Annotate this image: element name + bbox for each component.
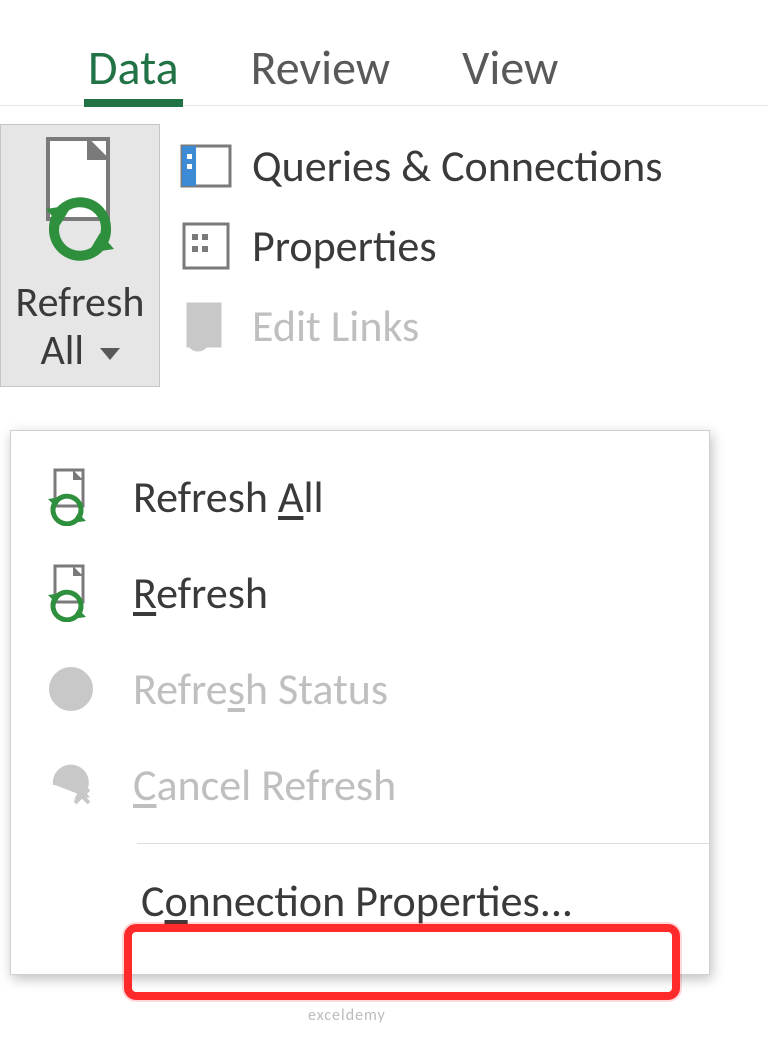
queries-connections-icon	[178, 138, 234, 194]
refresh-menu-icon	[43, 565, 99, 621]
ribbon-data-group: Refresh All Queries & Connections	[0, 106, 768, 409]
watermark: exceldemy	[308, 1006, 386, 1025]
queries-connections-label: Queries & Connections	[252, 139, 663, 193]
menu-refresh[interactable]: Refresh	[11, 545, 709, 641]
cancel-refresh-icon	[43, 757, 99, 813]
refresh-all-menu-icon	[43, 469, 99, 525]
menu-refresh-status: Refresh Status	[11, 641, 709, 737]
properties-label: Properties	[252, 219, 437, 273]
edit-links-icon	[178, 298, 234, 354]
menu-refresh-label: Refresh	[133, 566, 268, 620]
refresh-all-button[interactable]: Refresh All	[0, 124, 160, 387]
menu-refresh-all-label: Refresh All	[133, 470, 324, 524]
properties-icon	[178, 218, 234, 274]
tab-review[interactable]: Review	[251, 38, 391, 105]
edit-links-label: Edit Links	[252, 299, 419, 353]
menu-cancel-refresh-label: Cancel Refresh	[133, 758, 396, 812]
refresh-all-dropdown: Refresh All Refresh Ref	[10, 430, 710, 975]
chevron-down-icon	[100, 348, 120, 360]
refresh-all-icon	[30, 133, 130, 273]
menu-connection-properties[interactable]: Connection Properties...	[11, 854, 709, 948]
refresh-all-label-2: All	[40, 325, 84, 376]
menu-cancel-refresh: Cancel Refresh	[11, 737, 709, 833]
refresh-all-label-1: Refresh	[16, 277, 145, 328]
menu-connection-properties-label: Connection Properties...	[141, 874, 573, 928]
tab-data[interactable]: Data	[88, 38, 179, 105]
info-icon	[43, 661, 99, 717]
ribbon-tabs: Data Review View	[0, 0, 768, 106]
tab-view[interactable]: View	[462, 38, 558, 105]
menu-refresh-all[interactable]: Refresh All	[11, 449, 709, 545]
menu-refresh-status-label: Refresh Status	[133, 662, 388, 716]
menu-divider	[137, 843, 709, 844]
queries-connections-button[interactable]: Queries & Connections	[178, 138, 663, 194]
edit-links-button: Edit Links	[178, 298, 663, 354]
properties-button[interactable]: Properties	[178, 218, 663, 274]
